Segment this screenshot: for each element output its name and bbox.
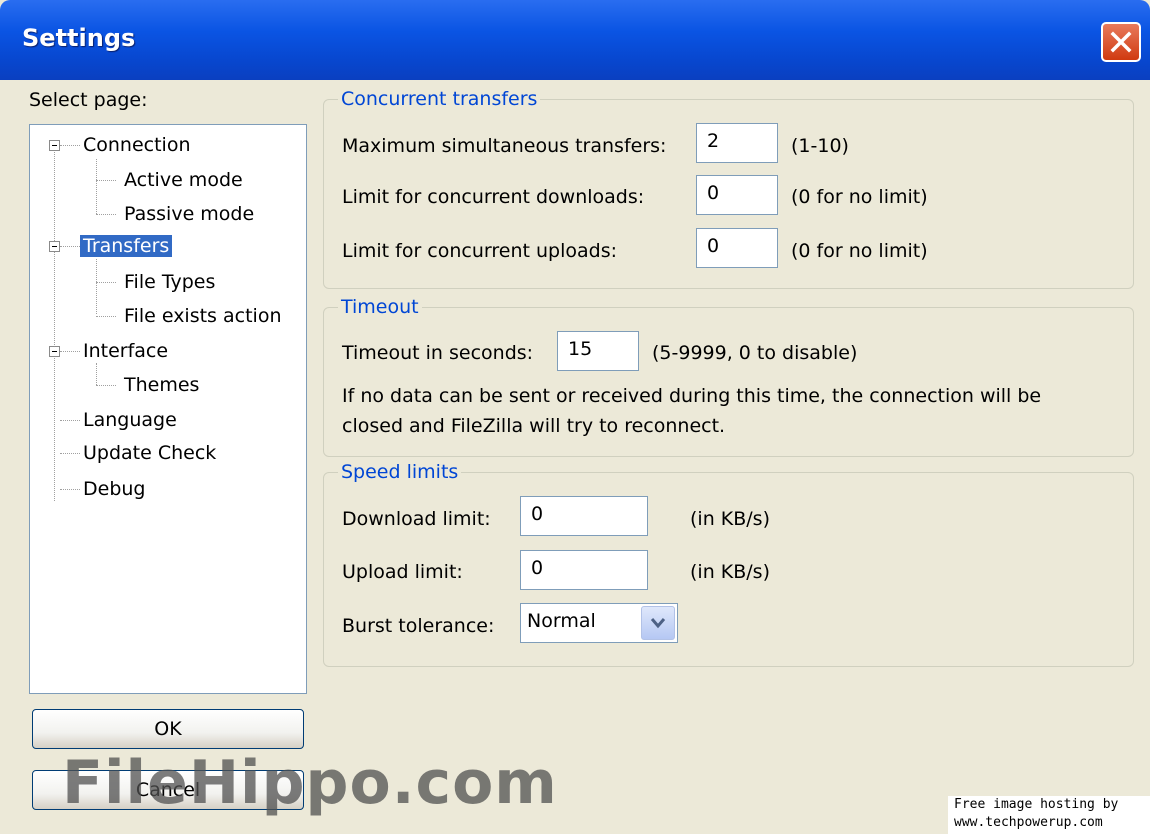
tree-item-file-exists-action[interactable]: File exists action — [124, 303, 281, 331]
concurrent-downloads-input[interactable]: 0 — [696, 175, 778, 215]
tree-item-label: File exists action — [124, 305, 282, 327]
tree-item-passive-mode[interactable]: Passive mode — [124, 201, 254, 229]
burst-tolerance-value: Normal — [527, 610, 596, 632]
concurrent-downloads-hint: (0 for no limit) — [791, 186, 928, 208]
timeout-legend: Timeout — [338, 296, 422, 318]
ok-button[interactable]: OK — [32, 709, 304, 749]
close-icon — [1110, 31, 1132, 53]
tree-item-label: Connection — [83, 134, 191, 156]
tree-item-label: Language — [83, 409, 177, 431]
title-bar[interactable]: Settings — [0, 0, 1150, 80]
timeout-hint: (5-9999, 0 to disable) — [652, 342, 858, 364]
tree-item-debug[interactable]: Debug — [83, 476, 145, 504]
tree-item-label: Active mode — [124, 169, 243, 191]
chevron-down-icon — [650, 618, 666, 629]
tree-item-label: Interface — [83, 340, 169, 362]
tree-item-themes[interactable]: Themes — [124, 372, 199, 400]
connection-expander-icon[interactable] — [49, 140, 60, 151]
timeout-description-line1: If no data can be sent or received durin… — [342, 385, 1042, 407]
tree-item-label: Themes — [124, 374, 200, 396]
tree-item-file-types[interactable]: File Types — [124, 269, 215, 297]
concurrent-uploads-hint: (0 for no limit) — [791, 240, 928, 262]
timeout-label: Timeout in seconds: — [342, 342, 534, 364]
concurrent-uploads-label: Limit for concurrent uploads: — [342, 240, 618, 262]
max-transfers-input[interactable]: 2 — [696, 123, 778, 163]
upload-limit-label: Upload limit: — [342, 561, 463, 583]
timeout-input[interactable]: 15 — [557, 331, 639, 371]
tree-item-label: Passive mode — [124, 203, 255, 225]
page-tree[interactable]: Connection Active mode Passive mode Tran… — [29, 124, 307, 694]
transfers-expander-icon[interactable] — [49, 241, 60, 252]
tree-item-transfers[interactable]: Transfers — [80, 233, 173, 261]
tree-item-update-check[interactable]: Update Check — [83, 440, 216, 468]
download-limit-label: Download limit: — [342, 508, 491, 530]
download-limit-input[interactable]: 0 — [520, 496, 648, 536]
timeout-description-line2: closed and FileZilla will try to reconne… — [342, 415, 726, 437]
hosting-credit-line1: Free image hosting by — [954, 797, 1119, 812]
tree-item-language[interactable]: Language — [83, 407, 177, 435]
tree-item-connection[interactable]: Connection — [83, 132, 191, 160]
tree-item-label: Update Check — [83, 442, 217, 464]
burst-tolerance-label: Burst tolerance: — [342, 615, 495, 637]
hosting-credit-line2: www.techpowerup.com — [954, 815, 1103, 830]
max-transfers-hint: (1-10) — [791, 135, 849, 157]
window-title: Settings — [22, 24, 136, 52]
max-transfers-label: Maximum simultaneous transfers: — [342, 135, 667, 157]
dropdown-arrow-button[interactable] — [641, 606, 675, 640]
tree-item-active-mode[interactable]: Active mode — [124, 167, 243, 195]
tree-item-label: Debug — [83, 478, 146, 500]
hosting-credit: Free image hosting by www.techpowerup.co… — [948, 796, 1150, 834]
download-limit-unit: (in KB/s) — [690, 508, 770, 530]
upload-limit-unit: (in KB/s) — [690, 561, 770, 583]
close-button[interactable] — [1101, 22, 1141, 62]
concurrent-transfers-legend: Concurrent transfers — [338, 88, 541, 110]
burst-tolerance-select[interactable]: Normal — [520, 603, 678, 643]
select-page-label: Select page: — [29, 89, 148, 111]
speed-limits-legend: Speed limits — [338, 461, 462, 483]
upload-limit-input[interactable]: 0 — [520, 550, 648, 590]
concurrent-downloads-label: Limit for concurrent downloads: — [342, 186, 645, 208]
tree-item-interface[interactable]: Interface — [83, 338, 168, 366]
tree-item-label: File Types — [124, 271, 216, 293]
concurrent-uploads-input[interactable]: 0 — [696, 228, 778, 268]
tree-item-label: Transfers — [80, 235, 173, 257]
interface-expander-icon[interactable] — [49, 346, 60, 357]
filehippo-watermark: FileHippo.com — [62, 748, 558, 818]
